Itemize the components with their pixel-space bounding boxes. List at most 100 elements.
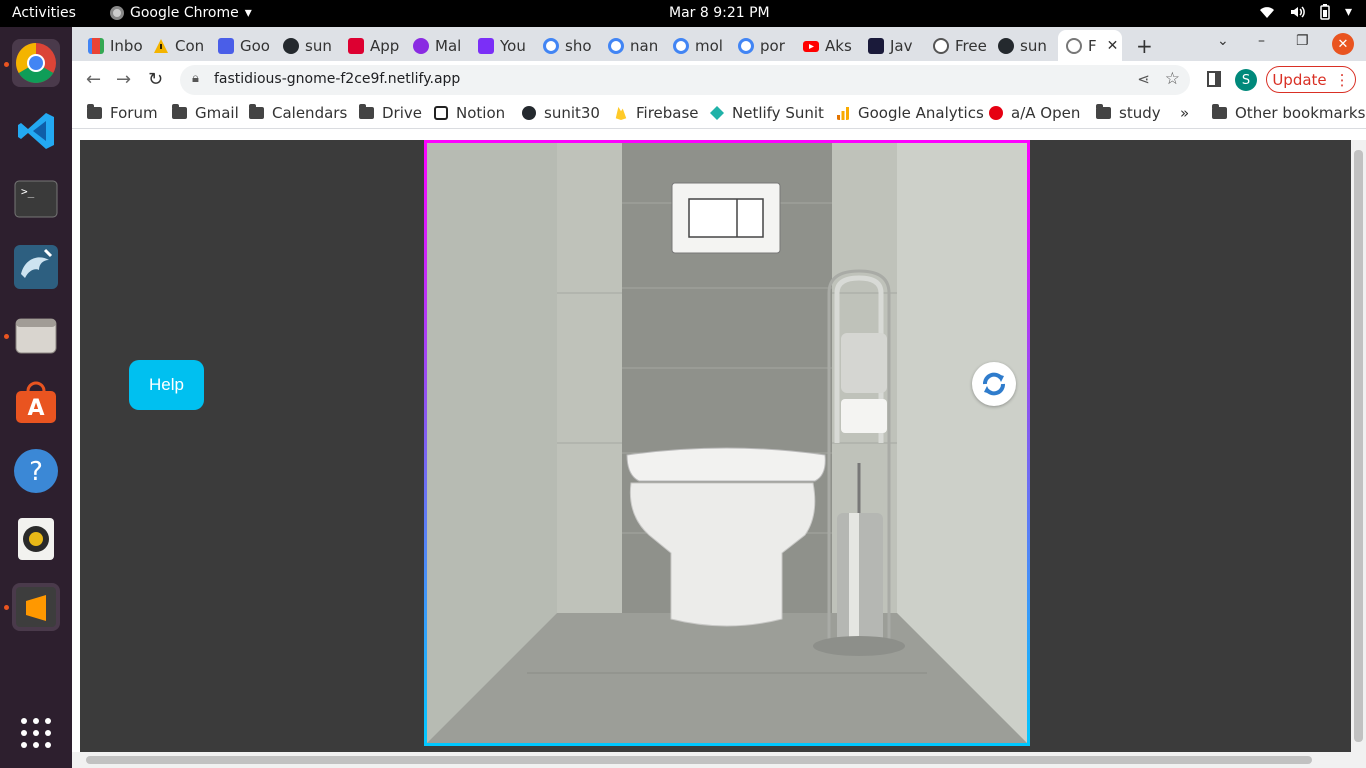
tab-label: sun bbox=[305, 36, 332, 55]
gmail-icon bbox=[88, 37, 104, 54]
tab-label: por bbox=[760, 36, 785, 55]
close-tab-icon[interactable]: ✕ bbox=[1107, 38, 1119, 54]
tab-active[interactable]: F ✕ bbox=[1058, 30, 1122, 61]
profile-avatar[interactable]: S bbox=[1235, 69, 1257, 91]
system-tray[interactable]: ▾ bbox=[1259, 4, 1352, 20]
bookmark-sunit30[interactable]: sunit30 bbox=[522, 104, 600, 122]
lock-icon[interactable]: 🔒︎ bbox=[192, 71, 199, 86]
tab-free[interactable]: Free bbox=[925, 30, 987, 61]
tab-label: F bbox=[1088, 36, 1097, 55]
share-icon[interactable]: ⋖ bbox=[1137, 70, 1150, 88]
clock[interactable]: Mar 8 9:21 PM bbox=[669, 5, 770, 21]
address-bar[interactable]: 🔒︎ fastidious-gnome-f2ce9f.netlify.app ⋖… bbox=[180, 65, 1190, 95]
tab-search-icon[interactable]: ⌄ bbox=[1217, 33, 1229, 49]
dock-help[interactable]: ? bbox=[12, 447, 60, 495]
bookmark-label: Other bookmarks bbox=[1235, 104, 1366, 122]
bookmarks-overflow-button[interactable]: » bbox=[1180, 104, 1189, 122]
warning-icon bbox=[154, 38, 168, 53]
tab-mal[interactable]: Mal bbox=[405, 30, 467, 61]
new-tab-button[interactable]: + bbox=[1136, 34, 1153, 58]
dock-software[interactable]: A bbox=[12, 379, 60, 427]
bookmark-aa-open[interactable]: a/A Open bbox=[989, 104, 1080, 122]
folder-icon bbox=[172, 104, 187, 119]
tab-angular[interactable]: App bbox=[340, 30, 402, 61]
bookmark-star-icon[interactable]: ☆ bbox=[1165, 69, 1180, 89]
tab-yahoo[interactable]: You bbox=[470, 30, 532, 61]
dock-files[interactable] bbox=[12, 311, 60, 359]
forward-button[interactable]: → bbox=[116, 69, 131, 90]
side-panel-icon[interactable] bbox=[1207, 71, 1221, 87]
folder-icon bbox=[249, 104, 264, 119]
dock-terminal[interactable]: >_ bbox=[12, 175, 60, 223]
tab-youtube[interactable]: Aks bbox=[795, 30, 857, 61]
dock: >_ A ? bbox=[0, 27, 72, 768]
bookmark-calendars[interactable]: Calendars bbox=[249, 104, 347, 122]
dock-vscode[interactable] bbox=[12, 107, 60, 155]
update-label: Update bbox=[1272, 70, 1327, 89]
activities-button[interactable]: Activities bbox=[12, 5, 76, 21]
system-top-bar: Activities Google Chrome ▾ Mar 8 9:21 PM… bbox=[0, 0, 1366, 27]
dock-rhythmbox[interactable] bbox=[12, 515, 60, 563]
angular-icon bbox=[348, 37, 364, 54]
other-bookmarks[interactable]: Other bookmarks bbox=[1212, 104, 1365, 122]
svg-text:>_: >_ bbox=[21, 185, 35, 198]
tab-google-3[interactable]: mol bbox=[665, 30, 727, 61]
bookmark-label: Firebase bbox=[636, 104, 699, 122]
bookmark-label: Google Analytics bbox=[858, 104, 984, 122]
bookmarks-overflow-icon: » bbox=[1180, 104, 1190, 122]
dock-sublime[interactable] bbox=[12, 583, 60, 631]
bathroom-photo[interactable] bbox=[427, 143, 1027, 743]
notion-icon bbox=[434, 106, 448, 120]
help-button[interactable]: Help bbox=[129, 360, 204, 410]
bookmark-label: Netlify Sunit bbox=[732, 104, 824, 122]
tab-google-4[interactable]: por bbox=[730, 30, 792, 61]
refresh-button[interactable] bbox=[972, 362, 1016, 406]
running-indicator bbox=[4, 62, 9, 67]
tab-java[interactable]: Jav bbox=[860, 30, 922, 61]
minimize-button[interactable]: – bbox=[1258, 33, 1265, 49]
dolphin-icon bbox=[14, 245, 58, 289]
tab-label: You bbox=[500, 36, 526, 55]
bookmark-google-analytics[interactable]: Google Analytics bbox=[836, 104, 984, 122]
tab-label: Goo bbox=[240, 36, 270, 55]
google-icon bbox=[738, 37, 754, 54]
update-button[interactable]: Update ⋮ bbox=[1266, 66, 1356, 93]
tab-google-1[interactable]: sho bbox=[535, 30, 597, 61]
tab-github[interactable]: sun bbox=[275, 30, 337, 61]
bookmark-label: Notion bbox=[456, 104, 506, 122]
tab-google-2[interactable]: nan bbox=[600, 30, 662, 61]
app-menu[interactable]: Google Chrome ▾ bbox=[110, 5, 252, 21]
bookmark-notion[interactable]: Notion bbox=[434, 104, 505, 122]
reload-button[interactable]: ↻ bbox=[148, 69, 163, 90]
vertical-scrollbar[interactable] bbox=[1351, 140, 1366, 752]
tab-gmail[interactable]: Inbo bbox=[80, 30, 142, 61]
tab-google-docs[interactable]: Goo bbox=[210, 30, 272, 61]
folder-icon bbox=[1212, 104, 1227, 119]
bookmark-netlify[interactable]: Netlify Sunit bbox=[710, 104, 824, 122]
back-button[interactable]: ← bbox=[86, 69, 101, 90]
refresh-icon bbox=[983, 372, 1005, 396]
url-text[interactable]: fastidious-gnome-f2ce9f.netlify.app bbox=[214, 71, 460, 87]
google-icon bbox=[543, 37, 559, 54]
scroll-thumb[interactable] bbox=[86, 756, 1312, 764]
show-apps-button[interactable] bbox=[12, 709, 60, 757]
browser-window: Inbo Con Goo sun App Mal You sho nan mol… bbox=[72, 27, 1366, 768]
dock-mysql-workbench[interactable] bbox=[12, 243, 60, 291]
close-window-button[interactable]: ✕ bbox=[1332, 33, 1354, 55]
tab-warning[interactable]: Con bbox=[145, 30, 207, 61]
bookmark-firebase[interactable]: Firebase bbox=[614, 104, 699, 122]
maximize-button[interactable]: ❐ bbox=[1296, 33, 1309, 49]
tab-label: Inbo bbox=[110, 36, 142, 55]
bookmark-drive[interactable]: Drive bbox=[359, 104, 422, 122]
terminal-icon: >_ bbox=[14, 180, 58, 218]
appacademy-icon bbox=[989, 106, 1003, 120]
dock-chrome[interactable] bbox=[12, 39, 60, 87]
bookmark-forum[interactable]: Forum bbox=[87, 104, 158, 122]
tab-label: Aks bbox=[825, 36, 852, 55]
tab-github-2[interactable]: sun bbox=[990, 30, 1052, 61]
running-indicator bbox=[4, 605, 9, 610]
scroll-thumb[interactable] bbox=[1354, 150, 1363, 742]
bookmark-study[interactable]: study bbox=[1096, 104, 1161, 122]
bookmark-gmail[interactable]: Gmail bbox=[172, 104, 239, 122]
horizontal-scrollbar[interactable] bbox=[72, 752, 1366, 768]
